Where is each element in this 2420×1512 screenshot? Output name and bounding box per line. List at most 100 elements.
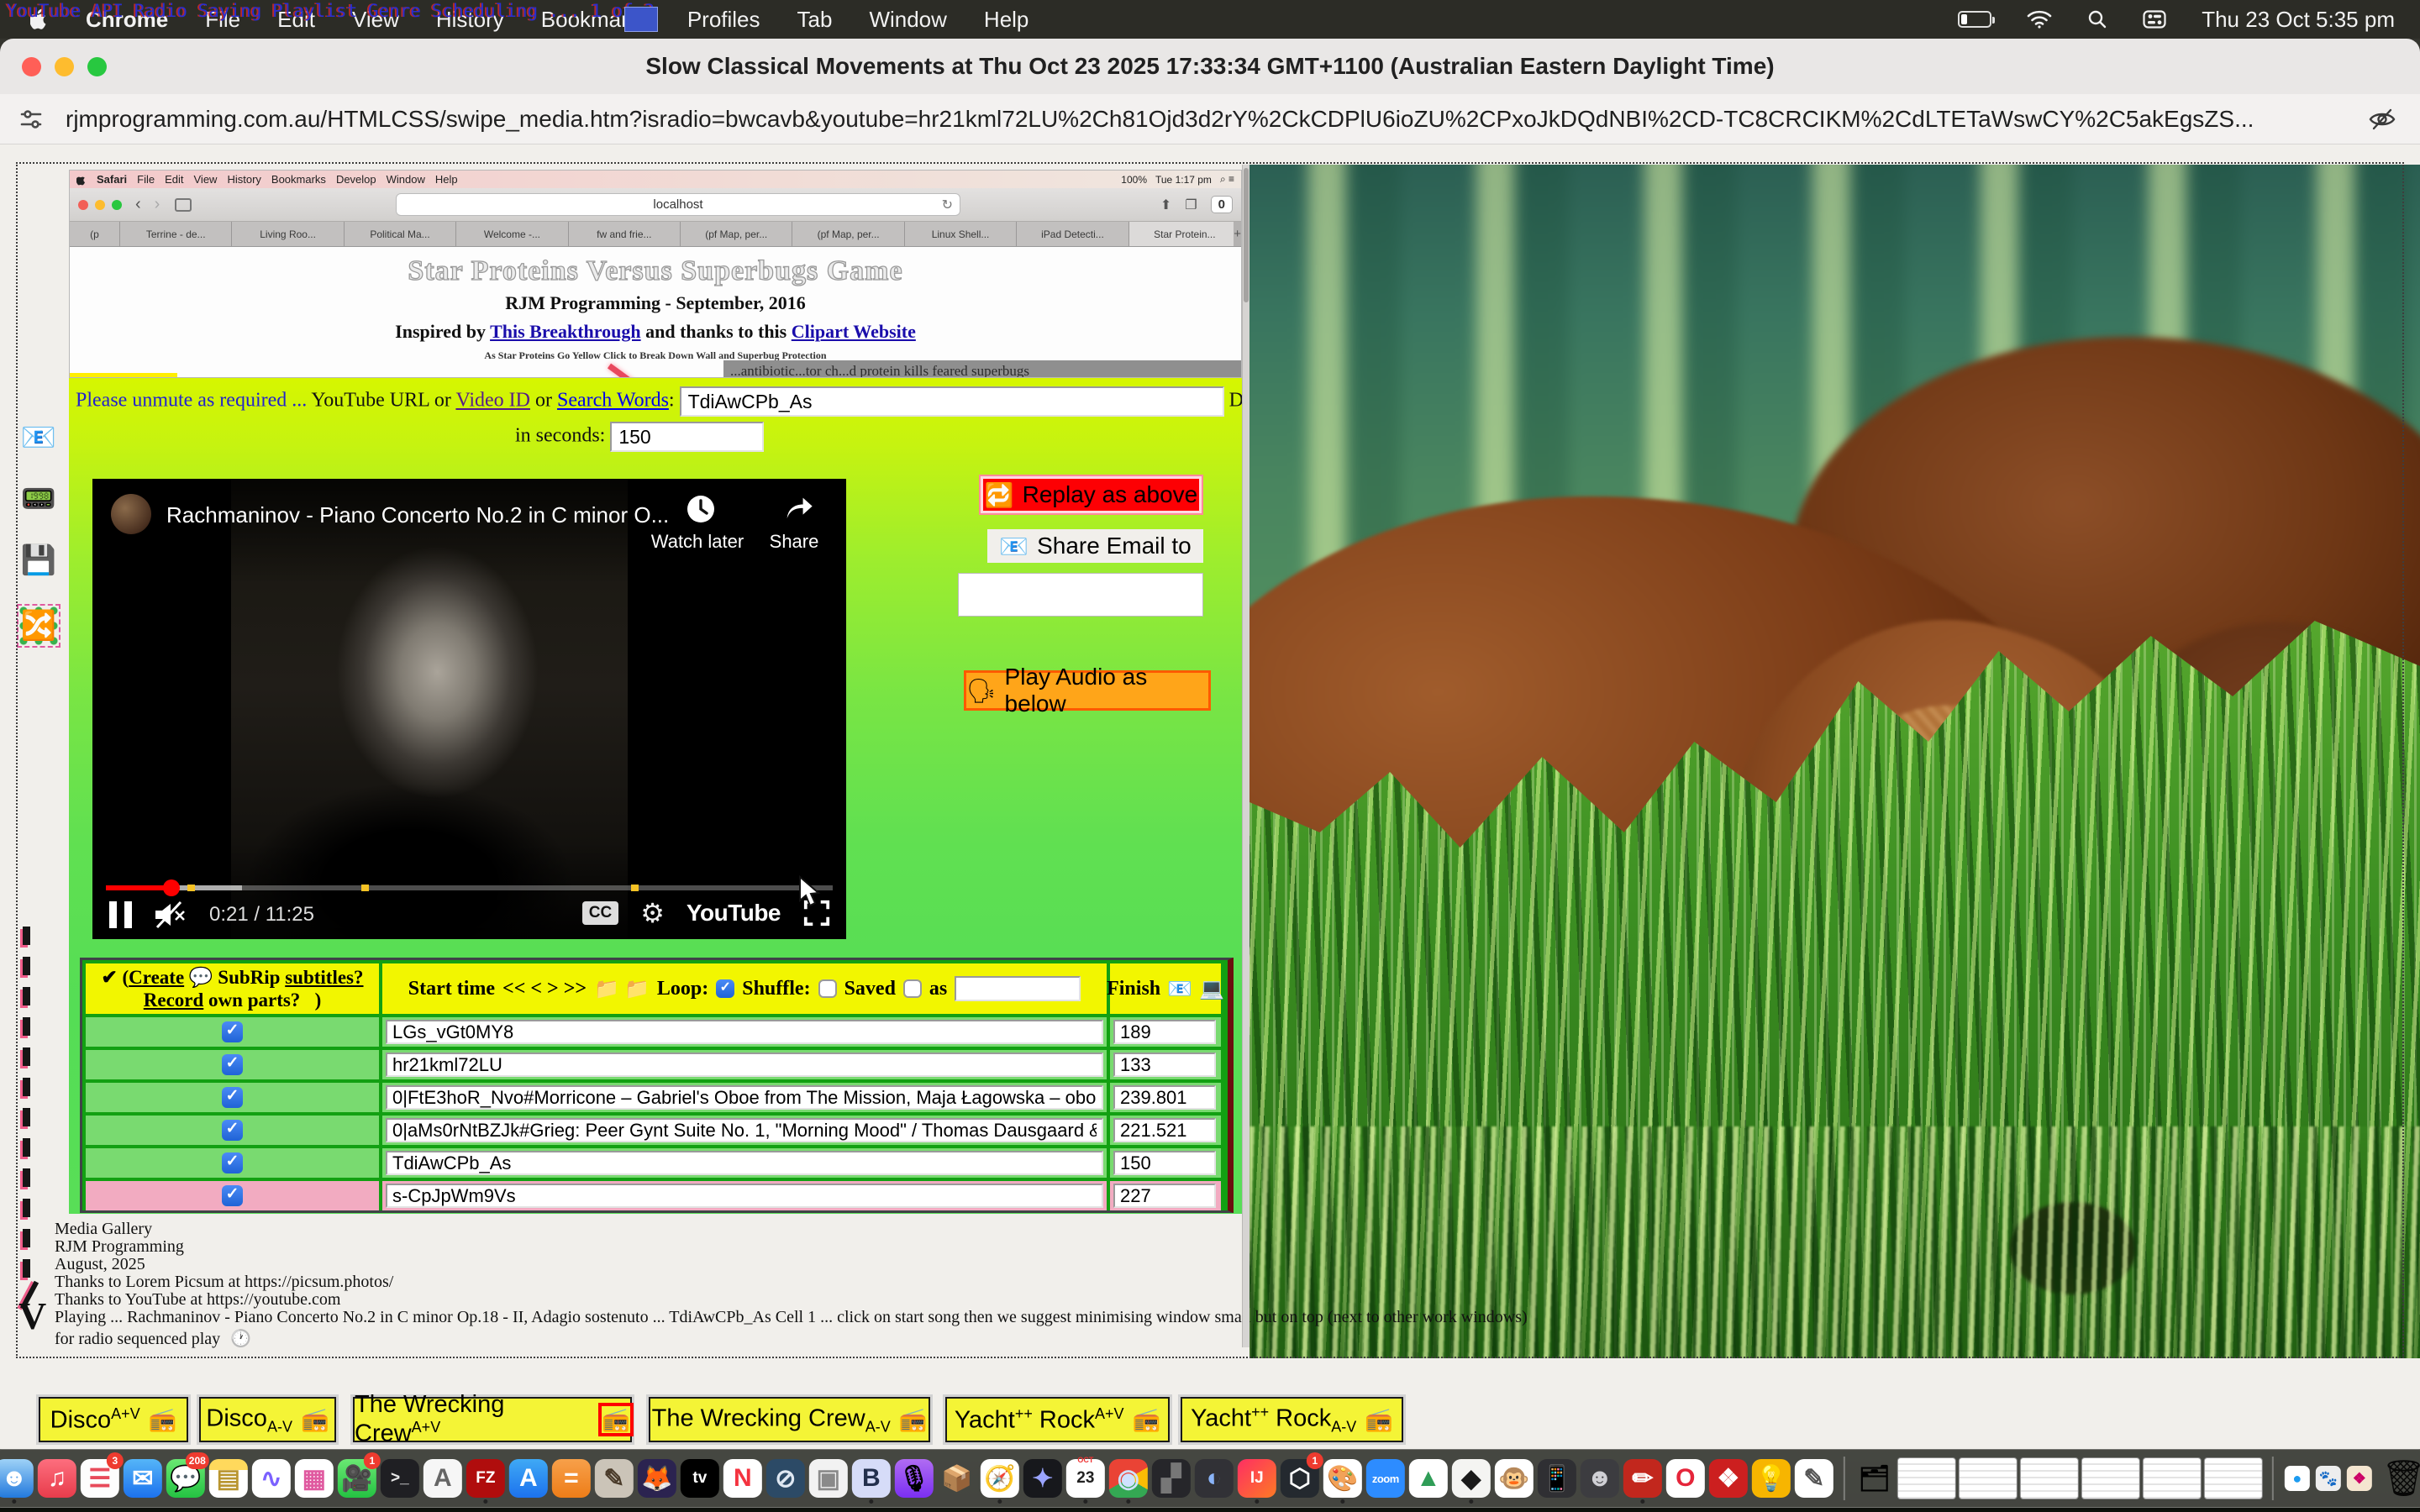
subtitles-link[interactable]: subtitles?	[285, 967, 363, 988]
search-words-link[interactable]: Search Words	[557, 390, 669, 412]
dock-icon-apple-tv[interactable]: tv	[680, 1454, 720, 1503]
dock-icon-red-editor[interactable]: ✏	[1623, 1454, 1663, 1503]
minimized-window[interactable]	[1959, 1457, 2018, 1499]
dock-icon-finder[interactable]: ☻	[0, 1454, 34, 1503]
dock-icon-freeform[interactable]: ∿	[251, 1454, 292, 1503]
email-address-input[interactable]	[958, 573, 1203, 617]
dock-icon-app-store[interactable]: A	[508, 1454, 549, 1503]
share-label[interactable]: Share	[739, 531, 849, 553]
record-link[interactable]: Record	[144, 990, 204, 1011]
site-settings-icon[interactable]	[18, 107, 44, 132]
captions-button[interactable]: CC	[582, 901, 618, 925]
dock-icon-mini-blue[interactable]: ●	[2283, 1457, 2312, 1499]
channel-avatar[interactable]	[111, 494, 151, 534]
progress-handle[interactable]	[163, 879, 180, 896]
dock-icon-bbedit[interactable]: B	[851, 1454, 892, 1503]
dock-icon-dark-app[interactable]: ▞	[1151, 1454, 1192, 1503]
youtube-player[interactable]: Rachmaninov - Piano Concerto No.2 in C m…	[92, 479, 846, 939]
watch-later-icon[interactable]	[684, 492, 718, 526]
settings-gear-icon[interactable]: ⚙	[640, 897, 665, 929]
dock-icon-github[interactable]: ⬡ 1	[1280, 1454, 1320, 1503]
dock-icon-safari[interactable]: 🧭	[980, 1454, 1020, 1503]
yacht-rock-av-plus-button[interactable]: Yacht++ RockA+V 📻	[945, 1397, 1170, 1442]
menubar-item[interactable]: Window	[869, 7, 946, 33]
dock-icon-preview[interactable]: ▣	[808, 1454, 849, 1503]
disco-av-plus-button[interactable]: DiscoA+V 📻	[39, 1397, 188, 1442]
dock-icon-zoom[interactable]: zoom	[1365, 1454, 1406, 1503]
finish-mail-icon[interactable]: 📧	[1167, 977, 1192, 1001]
create-link[interactable]: Create	[129, 967, 184, 988]
dock-icon-firefox[interactable]: 🦊	[637, 1454, 677, 1503]
wrecking-crew-av-plus-button[interactable]: The Wrecking CrewA+V 📻	[353, 1397, 632, 1442]
dock-icon-chrome[interactable]: ◉	[1108, 1454, 1149, 1503]
dock-icon-opera[interactable]: O	[1665, 1454, 1706, 1503]
share-email-button[interactable]: 📧Share Email to	[987, 529, 1203, 563]
song-input[interactable]	[386, 1020, 1103, 1044]
dock-icon-filezilla[interactable]: FZ	[466, 1454, 506, 1503]
email-icon[interactable]: 📧	[18, 417, 59, 458]
row-checkbox[interactable]	[222, 1087, 243, 1108]
shuffle-icon[interactable]: 🔀	[18, 606, 59, 646]
duration-cell-input[interactable]	[1113, 1020, 1216, 1044]
address-bar[interactable]: rjmprogramming.com.au/HTMLCSS/swipe_medi…	[0, 94, 2420, 144]
menubar-clock[interactable]: Thu 23 Oct 5:35 pm	[2202, 7, 2395, 33]
seek-arrows[interactable]: << < > >>	[502, 978, 587, 1000]
dock-icon-adobe[interactable]: ❖	[1708, 1454, 1749, 1503]
dock-icon-downloads[interactable]: 🗂	[1854, 1454, 1895, 1503]
control-center-icon[interactable]	[2143, 10, 2166, 29]
dock-icon-facetime[interactable]: 🎥 1	[337, 1454, 377, 1503]
row-checkbox[interactable]	[222, 1120, 243, 1141]
minimized-window[interactable]	[2204, 1457, 2263, 1499]
play-audio-button[interactable]: 🗣Play Audio as below	[964, 670, 1211, 711]
progress-bar[interactable]	[106, 885, 833, 890]
shuffle-checkbox[interactable]	[818, 979, 837, 998]
song-input[interactable]	[386, 1184, 1103, 1208]
dock-icon-inkscape[interactable]: ◆	[1451, 1454, 1491, 1503]
pause-button[interactable]	[109, 901, 132, 928]
dock-icon-calculator[interactable]: =	[551, 1454, 592, 1503]
minimized-window[interactable]	[2081, 1457, 2140, 1499]
menubar-item[interactable]: Profiles	[687, 7, 760, 33]
dock-icon-dark-utility[interactable]: ✦	[1023, 1454, 1063, 1503]
duration-cell-input[interactable]	[1113, 1085, 1216, 1110]
wifi-icon[interactable]	[2027, 10, 2052, 29]
dock-icon-blocked[interactable]: ⊘	[765, 1454, 806, 1503]
dock-icon-calendar[interactable]: 23 OCT	[1065, 1454, 1106, 1503]
folder-icons[interactable]: 📁 📁	[594, 977, 650, 1001]
minimized-window[interactable]	[1897, 1457, 1956, 1499]
dock-icon-iphone-mirroring[interactable]: 📱	[1537, 1454, 1577, 1503]
dock-icon-pages-pen[interactable]: ✎	[1794, 1454, 1834, 1503]
embedded-screenshot[interactable]: SafariFileEditViewHistoryBookmarksDevelo…	[69, 170, 1242, 378]
page-scrollbar[interactable]	[1242, 165, 1249, 1347]
search-input[interactable]	[680, 386, 1224, 417]
dock-icon-archive[interactable]: 📦	[937, 1454, 977, 1503]
dock-icon-gimp[interactable]: ✎	[594, 1454, 634, 1503]
youtube-logo[interactable]: YouTube	[687, 900, 781, 927]
dock-icon-intellij[interactable]: IJ	[1237, 1454, 1277, 1503]
dock-icon-music[interactable]: ♫	[37, 1454, 77, 1503]
dock-icon-reminders[interactable]: ☰ 3	[80, 1454, 120, 1503]
dock-icon-mini-color[interactable]: ❖	[2345, 1457, 2374, 1499]
video-id-link[interactable]: Video ID	[455, 390, 530, 412]
wrecking-crew-av-minus-button[interactable]: The Wrecking CrewA-V 📻	[649, 1397, 930, 1442]
muted-volume-icon[interactable]	[152, 900, 189, 929]
dock-icon-siri[interactable]: ◐	[1194, 1454, 1234, 1503]
dock-icon-launchpad[interactable]: ▦	[294, 1454, 334, 1503]
duration-cell-input[interactable]	[1113, 1184, 1216, 1208]
yacht-rock-av-minus-button[interactable]: Yacht++ RockA-V 📻	[1181, 1397, 1403, 1442]
minimized-window[interactable]	[2020, 1457, 2079, 1499]
row-checkbox[interactable]	[222, 1152, 243, 1173]
duration-input[interactable]	[610, 422, 764, 452]
dock-icon-mini-dark[interactable]: 🐾	[2314, 1457, 2343, 1499]
dock-icon-news[interactable]: N	[723, 1454, 763, 1503]
search-icon[interactable]	[2087, 9, 2107, 29]
saved-as-input[interactable]	[955, 976, 1081, 1001]
menubar-item[interactable]: Help	[984, 7, 1028, 33]
dock-icon-palette[interactable]: 🎨	[1323, 1454, 1363, 1503]
dock-icon-mail[interactable]: ✉	[123, 1454, 163, 1503]
finish-computer-icon[interactable]: 💻	[1199, 977, 1224, 1001]
disco-av-minus-button[interactable]: DiscoA-V 📻	[199, 1397, 336, 1442]
dock-icon-google-drive[interactable]: ▲	[1408, 1454, 1449, 1503]
url-text[interactable]: rjmprogramming.com.au/HTMLCSS/swipe_medi…	[66, 106, 2254, 133]
video-title[interactable]: Rachmaninov - Piano Concerto No.2 in C m…	[166, 502, 669, 528]
